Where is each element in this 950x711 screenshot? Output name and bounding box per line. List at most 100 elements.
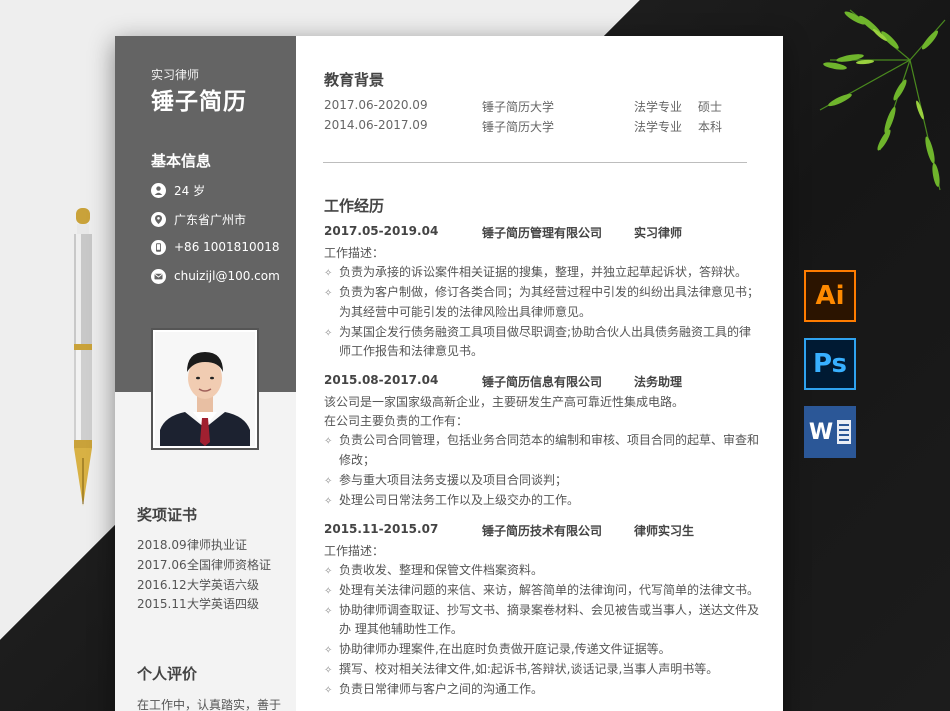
phone-text: +86 1001810018 (174, 240, 280, 254)
photoshop-icon: Ps (804, 338, 856, 390)
duty-text: 协助律师办理案件,在出庭时负责做开庭记录,传递文件证据等。 (339, 642, 671, 656)
award-date: 2018.09 (137, 538, 187, 552)
duty-text: 协助律师调查取证、抄写文书、摘录案卷材料、会见被告或当事人，送达文件及 (339, 603, 760, 617)
info-phone: +86 1001810018 (151, 238, 280, 256)
resume-name: 锤子简历 (151, 89, 247, 115)
resume-main: 教育背景 2017.06-2020.09 锤子简历大学 法学专业 硕士 2014… (296, 36, 783, 711)
duty-text-continued: 办 理其他辅助性工作。 (339, 622, 463, 636)
job-duty: ✧ 协助律师办理案件,在出庭时负责做开庭记录,传递文件证据等。 (324, 640, 671, 657)
illustrator-label: Ai (815, 281, 845, 311)
word-icon: W (804, 406, 856, 458)
photoshop-label: Ps (812, 349, 848, 379)
email-text: chuizijl@100.com (174, 269, 280, 283)
duty-text: 处理公司日常法务工作以及上级交办的工作。 (339, 493, 580, 507)
duty-text: 负责为客户制做，修订各类合同；为其经营过程中引发的纠纷出具法律意见书； (339, 285, 760, 299)
info-email: chuizijl@100.com (151, 267, 280, 285)
location-text: 广东省广州市 (174, 212, 247, 227)
duty-text: 负责公司合同管理，包括业务合同范本的编制和审核、项目合同的起草、审查和 (339, 433, 760, 447)
education-degree: 本科 (698, 120, 723, 134)
education-major: 法学专业 (634, 100, 683, 114)
bullet-icon: ✧ (324, 586, 333, 597)
job-duty: ✧ 撰写、校对相关法律文件,如:起诉书,答辩状,谈话记录,当事人声明书等。 (324, 660, 718, 677)
job-duty: ✧ 协助律师调查取证、抄写文书、摘录案卷材料、会见被告或当事人，送达文件及 (324, 601, 759, 618)
self-evaluation-heading: 个人评价 (137, 665, 198, 683)
award-date: 2015.11 (137, 597, 187, 611)
education-degree: 硕士 (698, 100, 723, 114)
bullet-icon: ✧ (324, 328, 333, 339)
award-name: 律师执业证 (187, 538, 248, 552)
job-company: 锤子简历管理有限公司 (482, 226, 603, 240)
bullet-icon: ✧ (324, 268, 333, 279)
award-item: 2016.12大学英语六级 (137, 576, 259, 593)
job-period: 2015.11-2015.07 (324, 522, 439, 536)
job-duty: ✧ 负责日常律师与客户之间的沟通工作。 (324, 680, 543, 697)
duty-text: 处理有关法律问题的来信、来访，解答简单的法律询问，代写简单的法律文书。 (339, 583, 760, 597)
job-title: 实习律师 (151, 68, 200, 82)
education-period: 2017.06-2020.09 (324, 98, 428, 112)
job-duty: ✧ 处理有关法律问题的来信、来访，解答简单的法律询问，代写简单的法律文书。 (324, 581, 759, 598)
job-intro: 工作描述： (324, 544, 385, 558)
bullet-icon: ✧ (324, 288, 333, 299)
duty-text-continued: 为其经营中可能引发的法律风险出具律师意见。 (339, 305, 592, 319)
duty-text: 负责日常律师与客户之间的沟通工作。 (339, 682, 544, 696)
job-duty: ✧ 负责为承接的诉讼案件相关证据的搜集，整理，并独立起草起诉状，答辩状。 (324, 263, 747, 280)
award-date: 2017.06 (137, 558, 187, 572)
work-heading: 工作经历 (324, 197, 385, 215)
bullet-icon: ✧ (324, 496, 333, 507)
age-text: 24 岁 (174, 183, 206, 198)
award-date: 2016.12 (137, 578, 187, 592)
job-company: 锤子简历技术有限公司 (482, 524, 603, 538)
resume-sheet: 实习律师 锤子简历 基本信息 24 岁 广东省广州市 +86 100181001… (115, 36, 783, 711)
job-position: 法务助理 (634, 375, 683, 389)
mail-icon (151, 268, 166, 284)
bullet-icon: ✧ (324, 665, 333, 676)
education-heading: 教育背景 (324, 71, 385, 89)
duty-text-continued: 师工作报告和法律意见书。 (339, 344, 484, 358)
duty-text: 负责收发、整理和保管文件档案资料。 (339, 563, 544, 577)
bullet-icon: ✧ (324, 566, 333, 577)
profile-photo (151, 328, 259, 450)
illustrator-icon: Ai (804, 270, 856, 322)
job-intro: 该公司是一家国家级高新企业，主要研发生产高可靠近性集成电路。 (324, 395, 685, 409)
award-name: 大学英语六级 (187, 578, 260, 592)
job-position: 实习律师 (634, 226, 683, 240)
award-name: 全国律师资格证 (187, 558, 272, 572)
education-school: 锤子简历大学 (482, 120, 555, 134)
bullet-icon: ✧ (324, 606, 333, 617)
section-divider (323, 162, 747, 163)
award-item: 2018.09律师执业证 (137, 536, 247, 553)
word-lines-icon (837, 420, 852, 444)
award-item: 2015.11大学英语四级 (137, 595, 259, 612)
job-intro: 在公司主要负责的工作有： (324, 414, 469, 428)
phone-icon (151, 239, 166, 255)
education-major: 法学专业 (634, 120, 683, 134)
job-duty: ✧ 处理公司日常法务工作以及上级交办的工作。 (324, 491, 579, 508)
education-period: 2014.06-2017.09 (324, 118, 428, 132)
job-period: 2015.08-2017.04 (324, 373, 439, 387)
duty-text: 参与重大项目法务支援以及项目合同谈判； (339, 473, 568, 487)
info-age: 24 岁 (151, 181, 205, 199)
plant-decoration (819, 9, 946, 191)
self-evaluation-text: 在工作中，认真踏实，善于 (137, 698, 282, 711)
basic-info-heading: 基本信息 (151, 152, 212, 170)
duty-text: 负责为承接的诉讼案件相关证据的搜集，整理，并独立起草起诉状，答辩状。 (339, 265, 748, 279)
job-period: 2017.05-2019.04 (324, 224, 439, 238)
pen-decoration (74, 208, 92, 506)
duty-text: 撰写、校对相关法律文件,如:起诉书,答辩状,谈话记录,当事人声明书等。 (339, 662, 719, 676)
person-icon (151, 182, 166, 198)
awards-heading: 奖项证书 (137, 506, 198, 524)
bullet-icon: ✧ (324, 436, 333, 447)
duty-text: 为某国企发行债务融资工具项目做尽职调查;协助合伙人出具债务融资工具的律 (339, 325, 752, 339)
location-icon (151, 211, 166, 227)
word-label: W (808, 419, 834, 445)
job-duty: ✧ 为某国企发行债务融资工具项目做尽职调查;协助合伙人出具债务融资工具的律 (324, 323, 751, 340)
job-duty: ✧ 参与重大项目法务支援以及项目合同谈判； (324, 471, 567, 488)
info-location: 广东省广州市 (151, 210, 246, 228)
award-name: 大学英语四级 (187, 597, 260, 611)
job-intro: 工作描述： (324, 246, 385, 260)
award-item: 2017.06全国律师资格证 (137, 556, 271, 573)
job-duty: ✧ 负责收发、整理和保管文件档案资料。 (324, 561, 543, 578)
bullet-icon: ✧ (324, 645, 333, 656)
job-duty: ✧ 负责公司合同管理，包括业务合同范本的编制和审核、项目合同的起草、审查和 (324, 431, 759, 448)
resume-sidebar: 实习律师 锤子简历 基本信息 24 岁 广东省广州市 +86 100181001… (115, 36, 296, 711)
